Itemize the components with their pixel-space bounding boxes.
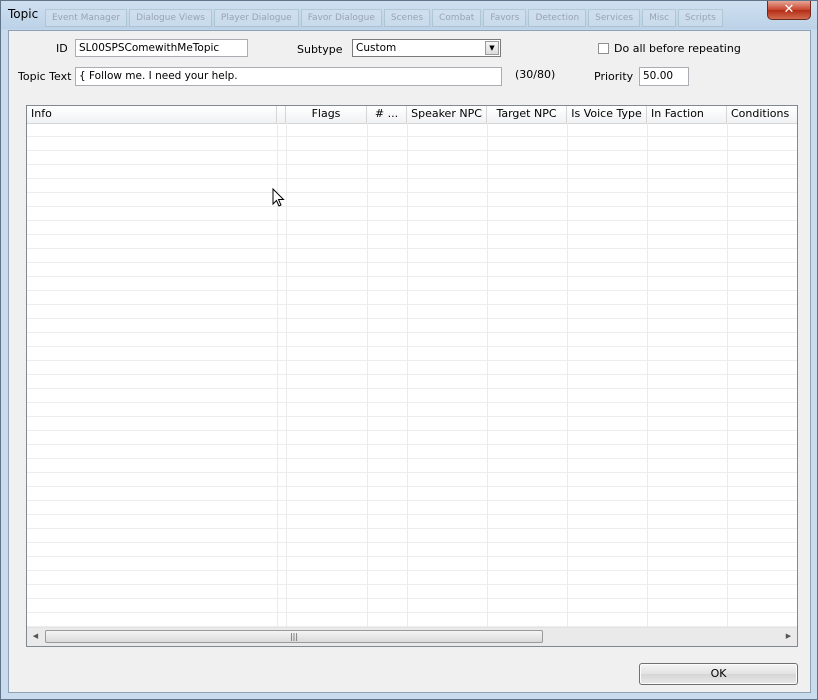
column-splitter[interactable] [277, 106, 286, 123]
topic-dialog-window: Topic Event Manager Dialogue Views Player … [0, 0, 818, 700]
background-tab: Detection [528, 9, 587, 27]
background-tab: Player Dialogue [213, 9, 299, 27]
topic-text-label: Topic Text [18, 70, 72, 83]
close-button[interactable]: ✕ [767, 1, 811, 20]
subtype-value: Custom [356, 42, 397, 54]
scroll-right-icon[interactable]: ▶ [780, 628, 797, 645]
id-field[interactable]: SL00SPSComewithMeTopic [75, 39, 248, 57]
info-list-view[interactable]: Info Flags # ... Speaker NPC Target NPC … [26, 105, 798, 647]
column-divider [647, 123, 648, 628]
dialog-client-area: ID SL00SPSComewithMeTopic Subtype Custom… [8, 30, 811, 693]
column-header-flags[interactable]: Flags [286, 106, 367, 123]
topic-text-field[interactable]: { Follow me. I need your help. [75, 67, 502, 86]
priority-label: Priority [594, 70, 634, 83]
grip-icon: ||| [289, 632, 299, 641]
horizontal-scrollbar[interactable]: ◀ ||| ▶ [27, 627, 797, 646]
title-bar[interactable]: Topic Event Manager Dialogue Views Player … [1, 1, 818, 29]
background-tab: Combat [432, 9, 482, 27]
column-header-is-voice-type[interactable]: Is Voice Type [567, 106, 647, 123]
ok-button[interactable]: OK [639, 663, 798, 685]
id-label: ID [56, 42, 68, 55]
background-tab: Scripts [678, 9, 723, 27]
background-tab: Event Manager [45, 9, 128, 27]
column-header-speaker-npc[interactable]: Speaker NPC [407, 106, 487, 123]
do-all-checkbox[interactable] [598, 43, 609, 54]
priority-field[interactable]: 50.00 [639, 67, 689, 86]
char-count: (30/80) [515, 68, 556, 81]
column-divider [567, 123, 568, 628]
background-tab: Favors [483, 9, 527, 27]
column-divider [487, 123, 488, 628]
list-rows-area[interactable] [27, 123, 797, 628]
column-divider [407, 123, 408, 628]
column-header-info[interactable]: Info [27, 106, 277, 123]
background-tab: Services [588, 9, 641, 27]
background-tab-strip: Event Manager Dialogue Views Player Dialog… [45, 9, 723, 27]
column-divider [286, 123, 287, 628]
list-header: Info Flags # ... Speaker NPC Target NPC … [27, 106, 797, 124]
column-divider [367, 123, 368, 628]
background-tab: Scenes [383, 9, 431, 27]
column-header-number[interactable]: # ... [367, 106, 407, 123]
background-tab: Dialogue Views [129, 9, 212, 27]
subtype-label: Subtype [297, 43, 343, 56]
scroll-left-icon[interactable]: ◀ [27, 628, 44, 645]
mouse-cursor-icon [272, 188, 285, 207]
column-header-conditions[interactable]: Conditions [727, 106, 797, 123]
background-tab: Misc [642, 9, 677, 27]
window-title: Topic [8, 7, 39, 21]
column-divider [727, 123, 728, 628]
scrollbar-thumb[interactable]: ||| [45, 630, 543, 643]
subtype-dropdown[interactable]: Custom ▼ [352, 39, 501, 57]
background-tab: Favor Dialogue [300, 9, 382, 27]
do-all-label: Do all before repeating [614, 42, 741, 55]
column-header-target-npc[interactable]: Target NPC [487, 106, 567, 123]
column-header-in-faction[interactable]: In Faction [647, 106, 727, 123]
chevron-down-icon[interactable]: ▼ [485, 41, 499, 55]
